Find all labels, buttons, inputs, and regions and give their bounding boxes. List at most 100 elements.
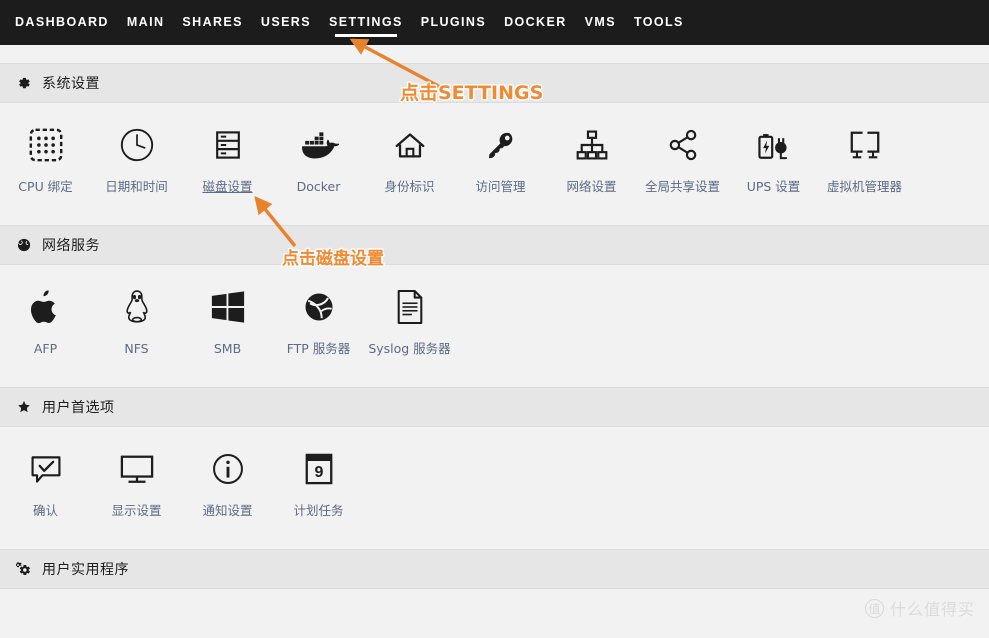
unraid-settings-page: DASHBOARD MAIN SHARES USERS SETTINGS PLU… [0,0,989,638]
tile-network-settings[interactable]: 网络设置 [546,123,637,194]
section-title: 用户实用程序 [42,562,129,578]
ftp-globe-icon [301,285,337,329]
tile-label: 显示设置 [111,503,162,518]
spacer [0,369,989,387]
tile-label: FTP 服务器 [286,341,351,356]
tile-row-system: CPU 绑定 日期和时间 磁盘设置 Docker 身份标识 访问管理 网络设置 … [0,103,989,194]
nav-item-docker[interactable]: DOCKER [495,0,576,45]
tile-label: Syslog 服务器 [368,341,451,356]
tile-date-time[interactable]: 日期和时间 [91,123,182,194]
tile-label: Docker [296,179,341,194]
nav-label: TOOLS [633,15,684,29]
section-title: 系统设置 [42,76,100,92]
apple-icon [30,285,62,329]
tile-smb[interactable]: SMB [182,285,273,356]
cpu-pinning-icon [27,123,65,167]
nav-label: SHARES [182,15,243,29]
tile-label: 确认 [32,503,58,518]
tile-vm-manager[interactable]: 虚拟机管理器 [819,123,910,194]
comment-check-icon [28,447,64,491]
nav-item-dashboard[interactable]: DASHBOARD [6,0,118,45]
tile-notification-settings[interactable]: 通知设置 [182,447,273,518]
nav-label: SETTINGS [328,15,403,29]
nav-item-settings[interactable]: SETTINGS [320,0,412,45]
tile-label: 全局共享设置 [644,179,720,194]
tile-confirm[interactable]: 确认 [0,447,91,518]
tile-label: 磁盘设置 [202,179,253,194]
tile-ups-settings[interactable]: UPS 设置 [728,123,819,194]
tile-label: 网络设置 [566,179,617,194]
tile-syslog-server[interactable]: Syslog 服务器 [364,285,455,356]
nav-label: PLUGINS [420,15,487,29]
section-title: 网络服务 [42,238,100,254]
section-body-system-settings: CPU 绑定 日期和时间 磁盘设置 Docker 身份标识 访问管理 网络设置 … [0,103,989,207]
nav-item-plugins[interactable]: PLUGINS [412,0,495,45]
section-title: 用户首选项 [42,400,115,416]
home-icon [391,123,429,167]
linux-tux-icon [122,285,152,329]
tile-label: 身份标识 [384,179,435,194]
tile-global-share-settings[interactable]: 全局共享设置 [637,123,728,194]
docker-whale-icon [299,123,339,167]
tile-label: 访问管理 [475,179,526,194]
tile-ftp-server[interactable]: FTP 服务器 [273,285,364,356]
key-icon [483,123,519,167]
tile-label: NFS [124,341,149,356]
section-body-network-services: AFP NFS SMB FTP 服务器 Syslog 服务器 [0,265,989,369]
nav-item-users[interactable]: USERS [252,0,320,45]
windows-icon [209,285,247,329]
tile-identity[interactable]: 身份标识 [364,123,455,194]
gear-icon [16,76,31,91]
tile-label: 虚拟机管理器 [826,179,902,194]
tile-label: CPU 绑定 [18,179,73,194]
tile-label: AFP [33,341,58,356]
vm-screens-icon [846,123,884,167]
spacer [0,45,989,63]
nav-item-vms[interactable]: VMS [576,0,625,45]
tile-cpu-pinning[interactable]: CPU 绑定 [0,123,91,194]
cogs-icon [16,562,31,577]
tile-label: 日期和时间 [105,179,168,194]
nav-label: MAIN [126,15,165,29]
tile-display-settings[interactable]: 显示设置 [91,447,182,518]
section-body-user-preferences: 确认 显示设置 通知设置 9 计划任务 [0,427,989,531]
tile-scheduled-tasks[interactable]: 9 计划任务 [273,447,364,518]
info-circle-icon [210,447,246,491]
nav-label: VMS [584,15,616,29]
nav-item-shares[interactable]: SHARES [173,0,252,45]
clock-icon [118,123,156,167]
spacer [0,207,989,225]
nav-label: DOCKER [504,15,567,29]
tile-label: 通知设置 [202,503,253,518]
document-icon [394,285,426,329]
star-icon [16,400,31,415]
tile-docker[interactable]: Docker [273,123,364,194]
calendar-day-number: 9 [314,464,323,481]
tile-afp[interactable]: AFP [0,285,91,356]
nav-item-main[interactable]: MAIN [118,0,174,45]
watermark-text: 什么值得买 [889,600,975,619]
nav-label: DASHBOARD [15,15,109,29]
nav-label: USERS [260,15,311,29]
calendar-icon: 9 [303,447,335,491]
watermark: 值 什么值得买 [864,596,975,620]
spacer [0,531,989,549]
tile-label: SMB [213,341,242,356]
tile-label: UPS 设置 [746,179,801,194]
monitor-icon [118,447,156,491]
nav-item-tools[interactable]: TOOLS [625,0,693,45]
sitemap-icon [574,123,610,167]
watermark-badge: 值 [864,598,884,618]
ups-battery-icon [754,123,794,167]
tile-label: 计划任务 [293,503,344,518]
active-indicator [334,34,397,37]
tile-disk-settings[interactable]: 磁盘设置 [182,123,273,194]
main-navigation: DASHBOARD MAIN SHARES USERS SETTINGS PLU… [0,0,989,45]
disk-rack-icon [210,123,246,167]
tile-nfs[interactable]: NFS [91,285,182,356]
annotation-text-settings: 点击SETTINGS [400,82,544,104]
section-header-user-utilities: 用户实用程序 [0,549,989,589]
tile-row-network: AFP NFS SMB FTP 服务器 Syslog 服务器 [0,265,989,356]
tile-access-management[interactable]: 访问管理 [455,123,546,194]
tile-row-preferences: 确认 显示设置 通知设置 9 计划任务 [0,427,989,518]
